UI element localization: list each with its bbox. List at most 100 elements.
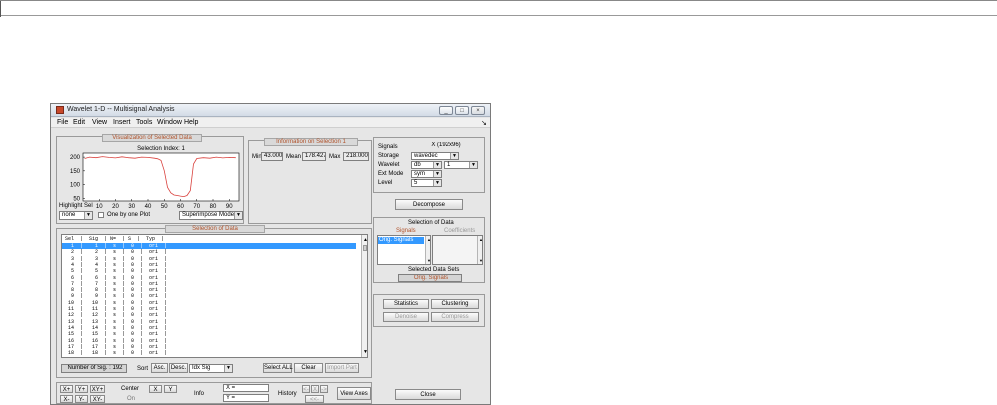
coefficients-list[interactable]: ▲ ▼: [432, 235, 483, 265]
select-all-button[interactable]: Select ALL: [263, 363, 293, 373]
center-x-button[interactable]: X: [149, 385, 162, 393]
zoom-xy-out-button[interactable]: XY-: [90, 395, 105, 403]
table-row[interactable]: 15 | 15 | s | 0 | ori |: [62, 331, 356, 337]
table-row[interactable]: 16 | 16 | s | 0 | ori |: [62, 338, 356, 344]
table-row[interactable]: 9 | 9 | s | 0 | ori |: [62, 293, 356, 299]
table-scrollbar[interactable]: ▲ ▼: [361, 235, 367, 357]
table-row[interactable]: 13 | 13 | s | 0 | ori |: [62, 319, 356, 325]
sort-desc-button[interactable]: Desc.: [169, 363, 188, 373]
close-window-button[interactable]: ×: [471, 106, 485, 115]
info-label: Info: [194, 391, 205, 397]
table-row[interactable]: 11 | 11 | s | 0 | ori |: [62, 306, 356, 312]
clustering-button[interactable]: Clustering: [431, 299, 479, 309]
denoise-button[interactable]: Denoise: [383, 312, 429, 322]
table-row[interactable]: 4 | 4 | s | 0 | ori |: [62, 262, 356, 268]
plot-mode-dropdown[interactable]: Superimpose Mode ▼: [179, 211, 243, 220]
signals-list[interactable]: Orig. Signals ▲ ▼: [377, 235, 431, 265]
menu-edit[interactable]: Edit: [73, 119, 85, 126]
storage-label: Storage: [378, 153, 400, 159]
signals-list-scrollbar[interactable]: ▲ ▼: [425, 236, 430, 264]
chart-title: Selection Index: 1: [137, 146, 185, 152]
scroll-down-icon[interactable]: ▼: [479, 258, 482, 263]
wavelet-number-dropdown[interactable]: 1 ▼: [444, 161, 478, 169]
statistics-button[interactable]: Statistics: [383, 299, 429, 309]
import-part-button[interactable]: Import Part: [325, 363, 359, 373]
scroll-down-icon[interactable]: ▼: [363, 349, 367, 355]
mean-value: 178.427: [302, 152, 326, 161]
mean-label: Mean: [286, 154, 302, 160]
table-row[interactable]: 6 | 6 | s | 0 | ori |: [62, 275, 356, 281]
history-first-button[interactable]: <<-: [305, 395, 324, 403]
sort-by-dropdown[interactable]: Idx Sig ▼: [189, 364, 233, 373]
table-row[interactable]: 1 | 1 | s | 0 | ori |: [62, 243, 356, 249]
menu-file[interactable]: File: [57, 119, 68, 126]
selection-panel: Selection of Data Sel | Sig | N= | S | T…: [56, 225, 372, 378]
ext-mode-dropdown[interactable]: sym ▼: [411, 170, 442, 178]
table-row[interactable]: 18 | 18 | s | 0 | ori |: [62, 350, 356, 356]
plot-mode-value: Superimpose Mode: [182, 212, 235, 218]
history-clear-button[interactable]: X: [311, 385, 319, 393]
selected-data-sets-label: Selected Data Sets: [408, 267, 460, 273]
history-forward-button[interactable]: ->: [320, 385, 328, 393]
compress-button[interactable]: Compress: [431, 312, 479, 322]
maximize-button[interactable]: □: [455, 106, 469, 115]
coefficients-list-scrollbar[interactable]: ▲ ▼: [477, 236, 482, 264]
table-row[interactable]: 5 | 5 | s | 0 | ori |: [62, 268, 356, 274]
zoom-x-in-button[interactable]: X+: [60, 385, 73, 393]
visualization-title: Visualization of Selected Data: [102, 134, 202, 142]
history-back-button[interactable]: <-: [302, 385, 310, 393]
storage-dropdown[interactable]: wavedec ▼: [411, 152, 459, 160]
table-row[interactable]: 10 | 10 | s | 0 | ori |: [62, 300, 356, 306]
table-row[interactable]: 17 | 17 | s | 0 | ori |: [62, 344, 356, 350]
one-by-one-checkbox[interactable]: [98, 212, 104, 218]
menu-bar: File Edit View Insert Tools Window Help …: [51, 118, 490, 128]
level-value: 5: [414, 180, 418, 186]
signals-list-item[interactable]: Orig. Signals: [378, 237, 424, 244]
wavelet-family-dropdown[interactable]: db ▼: [411, 161, 442, 169]
table-row[interactable]: 7 | 7 | s | 0 | ori |: [62, 281, 356, 287]
signal-table[interactable]: Sel | Sig | N= | S | Typ | 1 | 1 | s | 0…: [61, 234, 368, 358]
highlight-dropdown[interactable]: none ▼: [59, 211, 93, 220]
level-dropdown[interactable]: 5 ▼: [411, 179, 442, 187]
menu-tools[interactable]: Tools: [136, 119, 152, 126]
center-y-button[interactable]: Y: [164, 385, 177, 393]
one-by-one-label: One by one Plot: [107, 212, 151, 218]
zoom-y-in-button[interactable]: Y+: [75, 385, 88, 393]
scroll-thumb[interactable]: [363, 245, 367, 251]
close-button[interactable]: Close: [395, 389, 461, 400]
scroll-up-icon[interactable]: ▲: [363, 237, 367, 243]
sort-asc-button[interactable]: Asc.: [151, 363, 168, 373]
table-row[interactable]: 12 | 12 | s | 0 | ori |: [62, 312, 356, 318]
matlab-app-icon: [56, 106, 64, 114]
max-label: Max: [329, 154, 341, 160]
sort-label: Sort: [137, 366, 149, 372]
scroll-down-icon[interactable]: ▼: [427, 258, 430, 263]
y-tick-label: 200: [70, 155, 81, 161]
scroll-up-icon[interactable]: ▲: [479, 237, 482, 242]
zoom-xy-in-button[interactable]: XY+: [90, 385, 105, 393]
view-axes-button[interactable]: View Axes: [337, 387, 371, 400]
storage-value: wavedec: [414, 153, 438, 159]
x-tick-label: 10: [96, 204, 103, 210]
menu-insert[interactable]: Insert: [113, 119, 131, 126]
level-label: Level: [378, 180, 393, 186]
minimize-button[interactable]: _: [439, 106, 453, 115]
table-row[interactable]: 2 | 2 | s | 0 | ori |: [62, 249, 356, 255]
signal-settings-panel: Signals X (192x96) Storage wavedec ▼ Wav…: [373, 137, 485, 193]
menu-view[interactable]: View: [92, 119, 107, 126]
dock-arrow-icon[interactable]: ↘: [481, 119, 487, 127]
info-y-field: Y =: [223, 394, 269, 402]
table-row[interactable]: 8 | 8 | s | 0 | ori |: [62, 287, 356, 293]
information-panel: Information on Selection 1 Min 43.000 Me…: [248, 138, 372, 224]
decompose-button[interactable]: Decompose: [395, 199, 463, 210]
menu-window[interactable]: Window: [157, 119, 182, 126]
clear-button[interactable]: Clear: [294, 363, 323, 373]
zoom-x-out-button[interactable]: X-: [60, 395, 73, 403]
table-row[interactable]: 3 | 3 | s | 0 | ori |: [62, 256, 356, 262]
right-selection-title: Selection of Data: [408, 220, 454, 226]
scroll-up-icon[interactable]: ▲: [427, 237, 430, 242]
tools-panel: Statistics Clustering Denoise Compress: [373, 294, 485, 327]
menu-help[interactable]: Help: [184, 119, 198, 126]
table-row[interactable]: 14 | 14 | s | 0 | ori |: [62, 325, 356, 331]
zoom-y-out-button[interactable]: Y-: [75, 395, 88, 403]
